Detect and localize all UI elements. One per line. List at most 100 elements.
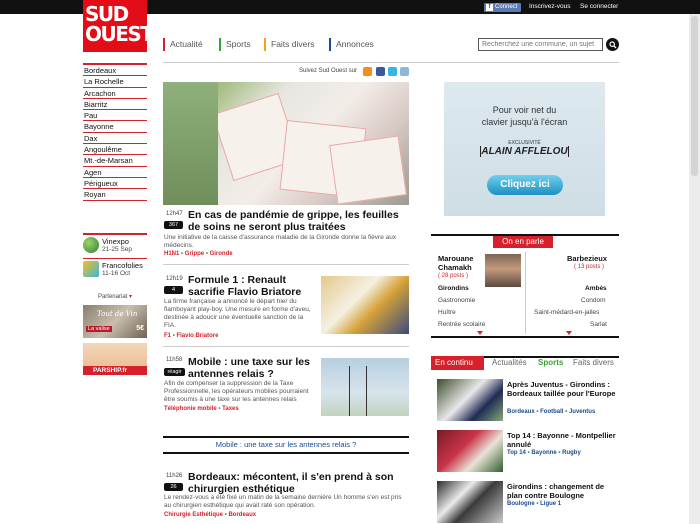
ad-tout-de-vin[interactable]: Tout de Vin La valise 5€ — [83, 305, 147, 338]
globe-icon — [83, 237, 99, 253]
article-headline[interactable]: En cas de pandémie de grippe, les feuill… — [188, 209, 410, 233]
react-badge[interactable]: réagir — [164, 368, 185, 376]
partner-title: Partenariat ▾ — [97, 294, 133, 300]
city-link-bordeaux[interactable]: Bordeaux — [83, 65, 147, 77]
tag-link[interactable]: Boulogne — [507, 501, 535, 507]
nav-actualite[interactable]: Actualité — [163, 38, 203, 51]
ad-parship[interactable]: PARSHIP.fr — [83, 343, 147, 375]
article-headline[interactable]: Bordeaux: mécontent, il s'en prend à son… — [188, 471, 412, 495]
news-title[interactable]: Girondins : changement de plan contre Bo… — [507, 482, 617, 500]
article-time: 12h19 — [166, 276, 183, 282]
on-en-parle-label: On en parle — [493, 236, 553, 248]
article-headline[interactable]: Mobile : une taxe sur les antennes relai… — [188, 356, 318, 380]
twitter-icon[interactable] — [388, 67, 397, 76]
trend-link[interactable]: Saint-médard-en-jalles — [534, 307, 599, 319]
city-link-agen[interactable]: Agen — [83, 167, 147, 178]
post-count: ( 28 posts ) — [438, 273, 469, 279]
login-link[interactable]: Se connecter — [580, 2, 618, 12]
sud-ouest-logo[interactable]: SUD OUEST — [83, 0, 154, 52]
article-summary: Afin de compenser la suppression de la T… — [164, 380, 309, 403]
expand-arrow-icon[interactable] — [477, 331, 483, 335]
news-thumbnail[interactable] — [437, 379, 503, 421]
tag-link[interactable]: H1N1 — [164, 251, 179, 257]
poll-question[interactable]: Mobile : une taxe sur les antennes relai… — [163, 436, 409, 454]
trend-link[interactable]: Sarlat — [590, 319, 607, 331]
comment-count-badge[interactable]: 367 — [164, 221, 183, 229]
trend-link[interactable]: Girondins — [438, 283, 469, 295]
trend-link[interactable]: Ambès — [585, 283, 607, 295]
city-link-angouleme[interactable]: Angoulême — [83, 144, 147, 156]
nav-sports[interactable]: Sports — [219, 38, 251, 51]
tag-link[interactable]: Bordeaux — [507, 409, 535, 415]
city-link-bayonne[interactable]: Bayonne — [83, 121, 147, 133]
nav-faits-divers[interactable]: Faits divers — [264, 38, 314, 51]
tab-actualites[interactable]: Actualités — [492, 356, 527, 370]
rss-icon[interactable] — [363, 67, 372, 76]
article-headline[interactable]: Formule 1 : Renault sacrifie Flavio Bria… — [188, 274, 318, 298]
on-en-parle-divider — [525, 252, 526, 334]
tag-link[interactable]: Juventus — [569, 409, 595, 415]
expand-arrow-icon[interactable] — [566, 331, 572, 335]
article-separator — [163, 264, 409, 265]
city-link-pau[interactable]: Pau — [83, 110, 147, 122]
tag-link[interactable]: Bayonne — [531, 450, 556, 456]
avatar-chamakh[interactable] — [485, 254, 521, 287]
article-time: 11h26 — [166, 473, 183, 479]
city-link-arcachon[interactable]: Arcachon — [83, 88, 147, 99]
news-thumbnail[interactable] — [437, 481, 503, 523]
comment-count-badge[interactable]: 26 — [164, 483, 183, 491]
chevron-down-icon: ▾ — [129, 294, 133, 300]
tag-link[interactable]: Téléphonie mobile — [164, 406, 217, 412]
trend-link[interactable]: Huître — [438, 307, 456, 319]
tag-link[interactable]: Gironde — [210, 251, 233, 257]
tab-en-continu[interactable]: En continu — [431, 356, 484, 370]
post-count: ( 13 posts ) — [574, 264, 605, 270]
tag-link[interactable]: Chirurgie Esthétique — [164, 512, 223, 518]
news-title[interactable]: Après Juventus - Girondins : Bordeaux ta… — [507, 380, 617, 398]
city-link-la-rochelle[interactable]: La Rochelle — [83, 76, 147, 88]
tag-link[interactable]: Football — [540, 409, 563, 415]
tag-link[interactable]: Taxes — [222, 406, 239, 412]
tag-link[interactable]: Bordeaux — [228, 512, 256, 518]
hero-image-health-forms[interactable] — [163, 82, 409, 205]
tab-sports[interactable]: Sports — [538, 356, 563, 370]
search-button[interactable] — [606, 38, 619, 51]
trend-name-barbezieux[interactable]: Barbezieux — [567, 254, 607, 263]
tag-link[interactable]: Flavio Briatore — [176, 333, 218, 339]
comment-count-badge[interactable]: 4 — [164, 286, 183, 294]
register-link[interactable]: Inscrivez-vous — [529, 2, 571, 12]
tag-link[interactable]: Rugby — [562, 450, 581, 456]
tag-link[interactable]: Top 14 — [507, 450, 526, 456]
mail-icon[interactable] — [400, 67, 409, 76]
trend-link[interactable]: Gastronomie — [438, 295, 475, 307]
ad-click-button[interactable]: Cliquez ici — [487, 175, 563, 195]
city-link-royan[interactable]: Royan — [83, 189, 147, 201]
tab-faits-divers[interactable]: Faits divers — [573, 356, 614, 370]
trend-link[interactable]: Condom — [581, 295, 606, 307]
city-link-mont-de-marsan[interactable]: Mt.-de-Marsan — [83, 155, 147, 167]
news-tags: Boulogne • Ligue 1 — [507, 501, 562, 507]
event-vinexpo[interactable]: Vinexpo 21-25 Sep — [83, 233, 147, 257]
article-thumbnail-antenna[interactable] — [321, 358, 409, 416]
article-thumbnail-f1[interactable] — [321, 276, 409, 334]
city-link-perigueux[interactable]: Périgueux — [83, 178, 147, 190]
scrollbar-thumb[interactable] — [691, 16, 698, 176]
facebook-connect-button[interactable]: f Connect — [484, 3, 522, 12]
nav-annonces[interactable]: Annonces — [329, 38, 374, 51]
tag-link[interactable]: F1 — [164, 333, 171, 339]
event-francofolies[interactable]: Francofolies 11-16 Oct — [83, 258, 147, 282]
tag-link[interactable]: Grippe — [185, 251, 204, 257]
facebook-icon[interactable] — [376, 67, 385, 76]
city-link-biarritz[interactable]: Biarritz — [83, 99, 147, 111]
article-summary: Une initiative de la caisse d'assurance … — [164, 234, 397, 249]
search-input[interactable] — [478, 38, 603, 51]
antenna-tower — [349, 366, 367, 416]
trend-link[interactable]: Rentrée scolaire — [438, 319, 485, 331]
ad-afflelou[interactable]: Pour voir net du clavier jusqu'à l'écran … — [444, 82, 605, 216]
news-title[interactable]: Top 14 : Bayonne - Montpellier annulé — [507, 431, 617, 449]
tag-link[interactable]: Ligue 1 — [540, 501, 561, 507]
article-separator — [163, 346, 409, 347]
city-link-dax[interactable]: Dax — [83, 133, 147, 145]
trend-name-chamakh[interactable]: Marouane Chamakh — [438, 254, 473, 272]
news-thumbnail[interactable] — [437, 430, 503, 472]
